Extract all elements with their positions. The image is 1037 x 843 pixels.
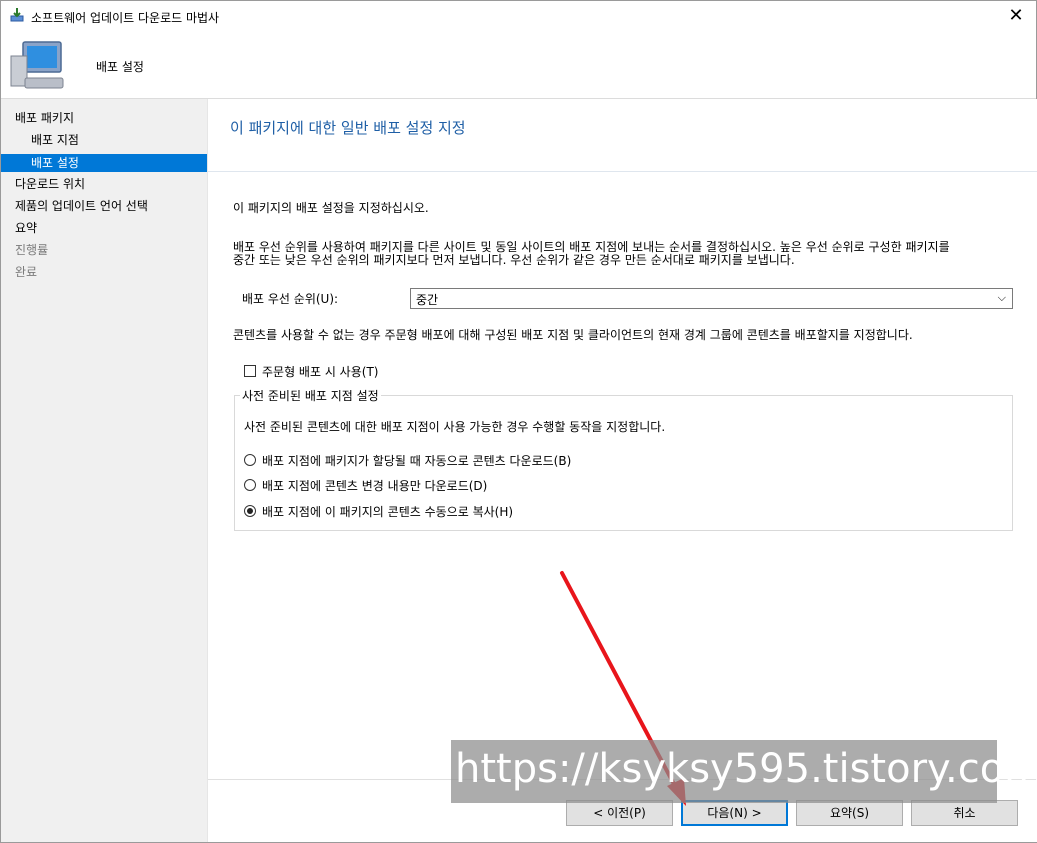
- watermark-text: https://ksyksy595.tistory.com: [455, 746, 1037, 792]
- radio-auto-download[interactable]: [244, 454, 256, 466]
- page-title: 이 패키지에 대한 일반 배포 설정 지정: [230, 119, 466, 137]
- cancel-button[interactable]: 취소: [911, 800, 1018, 826]
- sidebar-item-summary[interactable]: 요약: [1, 219, 207, 237]
- prestaged-description: 사전 준비된 콘텐츠에 대한 배포 지점이 사용 가능한 경우 수행할 동작을 …: [244, 420, 666, 434]
- sidebar-item-deployment-package[interactable]: 배포 패키지: [1, 109, 207, 127]
- priority-label: 배포 우선 순위(U):: [242, 292, 339, 306]
- watermark: https://ksyksy595.tistory.com: [451, 740, 1037, 803]
- priority-select[interactable]: 중간 ⌵: [410, 288, 1013, 309]
- intro-text: 이 패키지의 배포 설정을 지정하십시오.: [233, 201, 429, 215]
- ondemand-description: 콘텐츠를 사용할 수 없는 경우 주문형 배포에 대해 구성된 배포 지점 및 …: [233, 328, 913, 342]
- wizard-content: 이 패키지에 대한 일반 배포 설정 지정 이 패키지의 배포 설정을 지정하십…: [207, 99, 1037, 842]
- chevron-down-icon: ⌵: [997, 291, 1006, 304]
- radio-changes-only[interactable]: [244, 479, 256, 491]
- title-bar: 소프트웨어 업데이트 다운로드 마법사 ✕: [1, 1, 1036, 32]
- ondemand-checkbox-label[interactable]: 주문형 배포 시 사용(T): [262, 363, 378, 380]
- summary-button[interactable]: 요약(S): [796, 800, 903, 826]
- next-button[interactable]: 다음(N) >: [681, 800, 788, 826]
- step-title: 배포 설정: [96, 60, 144, 74]
- download-wizard-icon: [10, 8, 24, 22]
- sidebar-item-progress: 진행률: [15, 243, 49, 257]
- title-divider: [208, 171, 1037, 172]
- prestaged-group-label: 사전 준비된 배포 지점 설정: [240, 387, 381, 404]
- sidebar-item-download-location[interactable]: 다운로드 위치: [1, 175, 207, 193]
- sidebar-item-completion: 완료: [15, 265, 38, 279]
- radio-manual-copy[interactable]: [244, 505, 256, 517]
- sidebar-item-distribution-points[interactable]: 배포 지점: [1, 131, 207, 149]
- ondemand-checkbox[interactable]: [244, 365, 256, 377]
- computer-icon: [10, 41, 64, 89]
- wizard-window: 소프트웨어 업데이트 다운로드 마법사 ✕ 배포 설정 배포 패키지 배포 지점…: [0, 0, 1037, 843]
- wizard-header: 배포 설정: [1, 32, 1036, 98]
- close-icon[interactable]: ✕: [1002, 3, 1030, 29]
- prev-button[interactable]: < 이전(P): [566, 800, 673, 826]
- radio-manual-copy-label[interactable]: 배포 지점에 이 패키지의 콘텐츠 수동으로 복사(H): [262, 503, 513, 520]
- sidebar-item-distribution-settings[interactable]: 배포 설정: [1, 154, 207, 172]
- priority-select-value: 중간: [416, 293, 439, 307]
- wizard-sidebar: 배포 패키지 배포 지점 배포 설정 다운로드 위치 제품의 업데이트 언어 선…: [1, 99, 207, 842]
- sidebar-item-language-selection[interactable]: 제품의 업데이트 언어 선택: [1, 197, 207, 215]
- radio-auto-download-label[interactable]: 배포 지점에 패키지가 할당될 때 자동으로 콘텐츠 다운로드(B): [262, 452, 571, 469]
- priority-description-line2: 중간 또는 낮은 우선 순위의 패키지보다 먼저 보냅니다. 우선 순위가 같은…: [233, 253, 795, 267]
- radio-changes-only-label[interactable]: 배포 지점에 콘텐츠 변경 내용만 다운로드(D): [262, 477, 487, 494]
- window-title: 소프트웨어 업데이트 다운로드 마법사: [31, 11, 220, 25]
